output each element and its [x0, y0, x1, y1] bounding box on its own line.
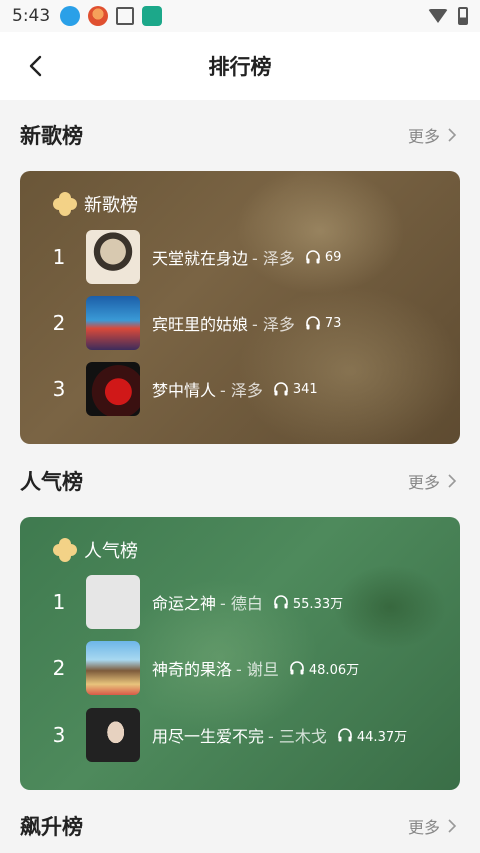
song-artist: - 泽多: [252, 249, 295, 268]
play-count-value: 44.37万: [356, 729, 408, 745]
song-artist: - 泽多: [252, 315, 295, 334]
chevron-right-icon: [448, 128, 457, 142]
play-count: 48.06万: [289, 659, 359, 678]
more-link-hot[interactable]: 更多: [408, 469, 460, 493]
list-item[interactable]: 2 宾旺里的姑娘 - 泽多 73: [20, 296, 460, 350]
play-count-value: 69: [324, 249, 342, 265]
card-label-hot: 人气榜: [52, 537, 138, 563]
more-label: 更多: [407, 473, 440, 492]
play-count-value: 341: [292, 381, 318, 397]
play-count: 69: [305, 249, 342, 265]
section-title-hot: 人气榜: [20, 470, 83, 494]
album-cover: [86, 230, 140, 284]
more-link-rising[interactable]: 更多: [408, 814, 460, 838]
album-cover: [86, 296, 140, 350]
album-cover: [86, 575, 140, 629]
song-name: 神奇的果洛: [152, 660, 233, 679]
chevron-right-icon: [448, 474, 457, 488]
song-name: 宾旺里的姑娘: [152, 315, 249, 334]
more-link-new[interactable]: 更多: [408, 123, 460, 147]
headphones-icon: [290, 661, 304, 675]
list-item[interactable]: 3 用尽一生爱不完 - 三木戈 44.37万: [20, 708, 460, 762]
section-header-rising: 飙升榜 更多: [20, 806, 460, 846]
song-artist: - 德白: [220, 594, 263, 613]
headphones-icon: [274, 595, 288, 609]
headphones-icon: [338, 728, 352, 742]
headphones-icon: [306, 316, 320, 330]
rank-card-hot[interactable]: 人气榜 1 命运之神 - 德白 55.33万 2 神奇的果洛 - 谢旦 48.0…: [20, 517, 460, 790]
play-count-value: 48.06万: [308, 662, 360, 678]
download-notification-icon: [60, 6, 81, 26]
card-label-text: 新歌榜: [84, 195, 138, 216]
more-label: 更多: [407, 818, 440, 837]
album-cover: [86, 641, 140, 695]
rank-number: 2: [52, 311, 66, 335]
song-name: 梦中情人: [152, 381, 217, 400]
rank-number: 1: [52, 245, 66, 269]
rank-number: 3: [52, 723, 66, 747]
album-cover: [86, 708, 140, 762]
rank-card-new[interactable]: 新歌榜 1 天堂就在身边 - 泽多 69 2 宾旺里的姑娘 - 泽多 73 3 …: [20, 171, 460, 444]
play-count: 55.33万: [273, 593, 343, 612]
rank-number: 1: [52, 590, 66, 614]
clover-icon: [53, 538, 77, 562]
list-item[interactable]: 1 天堂就在身边 - 泽多 69: [20, 230, 460, 284]
song-artist: - 谢旦: [236, 660, 279, 679]
clover-icon: [53, 192, 77, 216]
song-artist: - 泽多: [220, 381, 263, 400]
notification-icons: [60, 6, 163, 26]
cube-notification-icon: [116, 7, 135, 25]
play-count: 341: [273, 381, 318, 397]
card-label-text: 人气榜: [84, 541, 138, 562]
app-bar: 排行榜: [0, 32, 480, 100]
back-button[interactable]: [20, 50, 52, 82]
section-title-rising: 飙升榜: [20, 815, 83, 839]
status-bar: 5:43: [0, 0, 480, 32]
song-name: 用尽一生爱不完: [152, 727, 265, 746]
app-notification-icon: [88, 6, 109, 26]
play-count-value: 55.33万: [292, 596, 344, 612]
song-name: 天堂就在身边: [152, 249, 249, 268]
song-name: 命运之神: [152, 594, 217, 613]
page-title: 排行榜: [208, 55, 272, 79]
wifi-icon: [428, 9, 448, 23]
section-header-hot: 人气榜 更多: [20, 461, 460, 501]
play-count-value: 73: [324, 315, 342, 331]
app-badge-icon: [142, 6, 163, 26]
list-item[interactable]: 3 梦中情人 - 泽多 341: [20, 362, 460, 416]
list-item[interactable]: 2 神奇的果洛 - 谢旦 48.06万: [20, 641, 460, 695]
rank-number: 3: [52, 377, 66, 401]
card-label-new: 新歌榜: [52, 191, 138, 217]
system-icons: [428, 7, 468, 25]
rank-number: 2: [52, 656, 66, 680]
chevron-left-icon: [29, 55, 42, 77]
headphones-icon: [274, 382, 288, 396]
song-artist: - 三木戈: [268, 727, 327, 746]
section-title-new: 新歌榜: [20, 124, 83, 148]
headphones-icon: [306, 250, 320, 264]
list-item[interactable]: 1 命运之神 - 德白 55.33万: [20, 575, 460, 629]
section-header-new: 新歌榜 更多: [20, 115, 460, 155]
battery-icon: [458, 7, 468, 25]
play-count: 44.37万: [337, 726, 407, 745]
play-count: 73: [305, 315, 342, 331]
album-cover: [86, 362, 140, 416]
more-label: 更多: [407, 127, 440, 146]
status-time: 5:43: [12, 6, 51, 26]
chevron-right-icon: [448, 819, 457, 833]
